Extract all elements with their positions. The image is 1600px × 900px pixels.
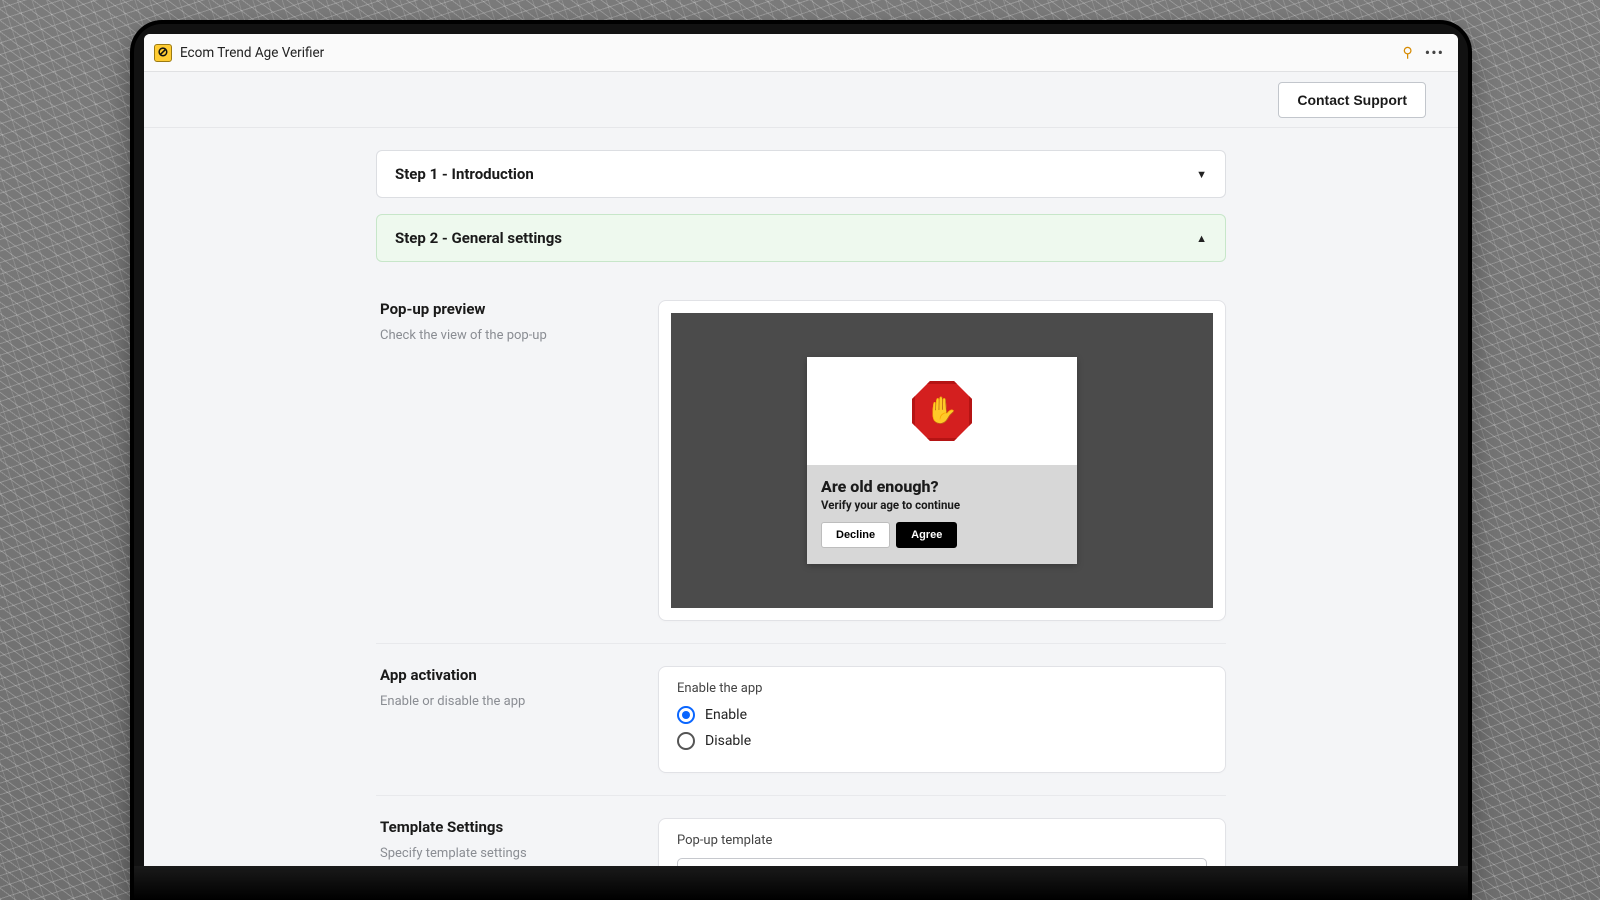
popup-stage: ✋ Are old enough? Verify your age to con… [671,313,1213,608]
app-activation-subtitle: Enable or disable the app [380,694,634,709]
template-settings-subtitle: Specify template settings [380,846,634,861]
popup-agree-button[interactable]: Agree [896,522,957,548]
radio-disable[interactable]: Disable [677,732,1207,750]
content-area: Step 1 - Introduction ▼ Step 2 - General… [144,128,1458,900]
more-icon[interactable]: ••• [1421,43,1448,62]
template-settings-title: Template Settings [380,818,634,836]
popup-heading: Are old enough? [821,477,1063,496]
chevron-up-icon: ▲ [1196,232,1207,245]
accordion-step1-title: Step 1 - Introduction [395,165,534,183]
pin-icon[interactable]: ⚲ [1403,45,1413,61]
popup-subheading: Verify your age to continue [821,498,1063,512]
app-activation-title: App activation [380,666,634,684]
radio-disable-label: Disable [705,733,751,749]
app-activation-field-label: Enable the app [677,681,1207,696]
accordion-step2-title: Step 2 - General settings [395,229,562,247]
app-title: Ecom Trend Age Verifier [180,45,324,61]
app-icon [154,44,172,62]
app-screen: Ecom Trend Age Verifier ⚲ ••• Contact Su… [144,34,1458,900]
popup-modal: ✋ Are old enough? Verify your age to con… [807,357,1077,564]
popup-preview-title: Pop-up preview [380,300,634,318]
accordion-step1[interactable]: Step 1 - Introduction ▼ [376,150,1226,198]
radio-disable-input[interactable] [677,732,695,750]
laptop-hinge [134,866,1468,900]
radio-enable-input[interactable] [677,706,695,724]
radio-enable[interactable]: Enable [677,706,1207,724]
section-popup-preview: Pop-up preview Check the view of the pop… [376,278,1226,644]
app-activation-card: Enable the app Enable Disable [658,666,1226,773]
stop-hand-icon: ✋ [912,381,972,441]
laptop-frame: Ecom Trend Age Verifier ⚲ ••• Contact Su… [134,24,1468,900]
popup-preview-card: ✋ Are old enough? Verify your age to con… [658,300,1226,621]
section-app-activation: App activation Enable or disable the app… [376,644,1226,796]
popup-preview-subtitle: Check the view of the pop-up [380,328,634,343]
radio-enable-label: Enable [705,707,747,723]
accordion-step2[interactable]: Step 2 - General settings ▲ [376,214,1226,262]
contact-support-button[interactable]: Contact Support [1278,82,1426,118]
popup-decline-button[interactable]: Decline [821,522,890,548]
chevron-down-icon: ▼ [1196,168,1207,181]
topbar: Contact Support [144,72,1458,128]
titlebar: Ecom Trend Age Verifier ⚲ ••• [144,34,1458,72]
template-field-label: Pop-up template [677,833,1207,848]
